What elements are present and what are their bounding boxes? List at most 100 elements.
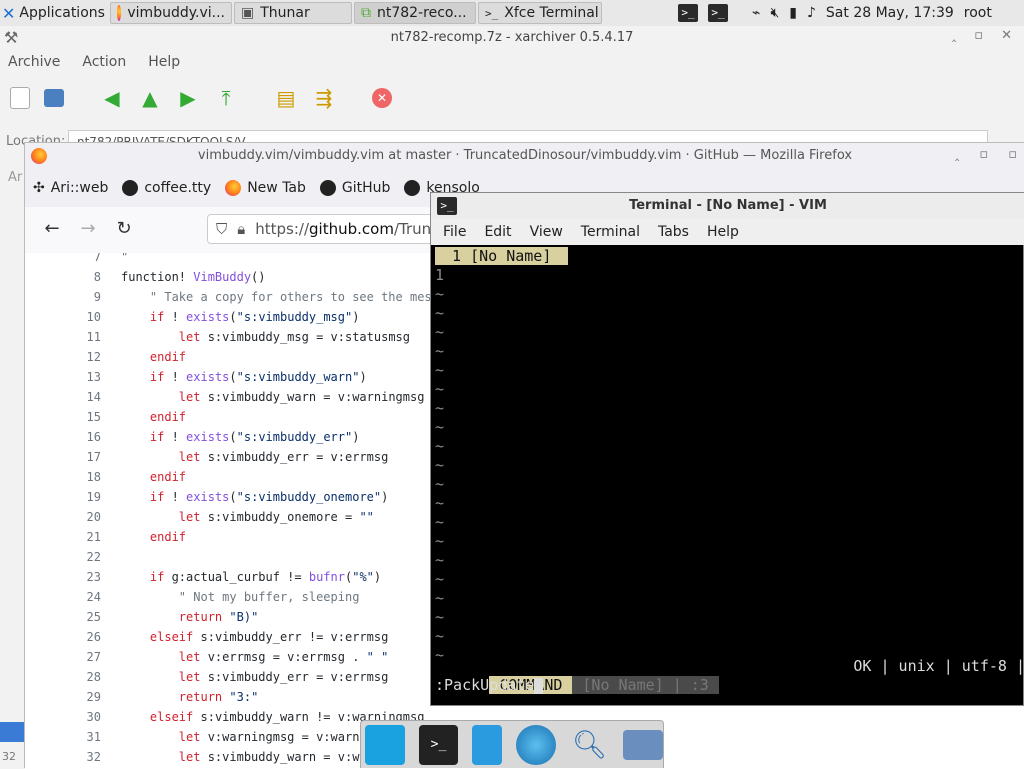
search-icon[interactable]: 🔍︎ <box>570 725 610 765</box>
up-arrow-icon[interactable]: ▲ <box>138 86 162 110</box>
close-icon[interactable]: ▫ <box>1008 147 1017 162</box>
code-text: let s:vimbuddy_err = v:errmsg <box>178 670 389 684</box>
back-arrow-icon[interactable]: ◀ <box>100 86 124 110</box>
bookmark-coffee-tty[interactable]: coffee.tty <box>122 180 211 196</box>
taskbar-item-thunar[interactable]: ▣ Thunar <box>234 2 352 24</box>
line-number[interactable]: 22 <box>61 547 101 567</box>
file-cabinet-icon[interactable] <box>472 724 503 765</box>
line-number[interactable]: 32 <box>61 747 101 767</box>
line-number[interactable]: 11 <box>61 327 101 347</box>
volume-muted-icon[interactable]: 🔇︎ <box>770 5 779 21</box>
network-icon[interactable]: ⌁ <box>752 5 760 21</box>
forward-icon[interactable]: → <box>77 218 99 240</box>
firefox-window-controls: ‸ ▫ ▫ <box>955 147 1017 162</box>
menu-help[interactable]: Help <box>707 224 739 240</box>
folder-icon[interactable] <box>623 729 664 760</box>
maximize-icon[interactable]: ▫ <box>974 28 983 43</box>
line-number[interactable]: 10 <box>61 307 101 327</box>
forward-arrow-icon[interactable]: ▶ <box>176 86 200 110</box>
vim-editor[interactable]: 1 [No Name] 1 ~ ~ ~ ~ ~ ~ ~ ~ ~ ~ ~ ~ ~ ~ ~ ~ ~ ~ ~ ~ COMMA… <box>435 247 1024 703</box>
vim-status-right: OK | unix | utf-8 | <box>853 657 1024 675</box>
line-number[interactable]: 8 <box>61 267 101 287</box>
line-number[interactable]: 31 <box>61 727 101 747</box>
reload-icon[interactable]: ↻ <box>113 218 135 240</box>
maximize-icon[interactable]: ▫ <box>979 147 988 162</box>
line-number[interactable]: 29 <box>61 687 101 707</box>
line-number[interactable]: 23 <box>61 567 101 587</box>
vim-command-line[interactable]: :PackUpdate <box>435 676 544 695</box>
extract-icon[interactable]: ▤ <box>274 86 298 110</box>
code-text: " Not my buffer, sleeping <box>121 590 360 604</box>
terminal-launcher-icon[interactable]: >_ <box>678 4 698 22</box>
github-icon <box>404 180 421 196</box>
system-tray: >_ >_ ⌁ 🔇︎ ▮ ♪ Sat 28 May, 17:39 root <box>678 2 992 24</box>
menu-edit[interactable]: Edit <box>484 224 511 240</box>
cancel-icon[interactable]: ✕ <box>372 88 392 108</box>
line-number[interactable]: 25 <box>61 607 101 627</box>
line-number[interactable]: 18 <box>61 467 101 487</box>
line-number[interactable]: 13 <box>61 367 101 387</box>
vim-tilde-line: ~ <box>435 399 445 417</box>
terminal-launcher-icon[interactable]: >_ <box>708 4 728 22</box>
line-number[interactable]: 7 <box>61 253 101 267</box>
applications-menu[interactable]: ✕ Applications <box>2 2 105 24</box>
line-number[interactable]: 14 <box>61 387 101 407</box>
line-number[interactable]: 15 <box>61 407 101 427</box>
side-pane-selection[interactable] <box>0 722 24 742</box>
line-number[interactable]: 19 <box>61 487 101 507</box>
open-archive-icon[interactable] <box>44 89 64 107</box>
menu-archive[interactable]: Archive <box>8 54 60 70</box>
line-number[interactable]: 21 <box>61 527 101 547</box>
xarchiver-window-controls: ‸ ▫ ✕ <box>952 28 1012 43</box>
notification-bell-icon[interactable]: ♪ <box>807 5 816 21</box>
code-text: endif <box>149 530 187 544</box>
close-icon[interactable]: ✕ <box>1001 28 1012 43</box>
terminal-icon[interactable]: >_ <box>418 724 459 765</box>
code-text: endif <box>149 350 187 364</box>
menu-action[interactable]: Action <box>82 54 126 70</box>
tab-label: GitHub <box>341 180 391 196</box>
bookmark-new-tab[interactable]: New Tab <box>225 180 306 196</box>
new-archive-icon[interactable] <box>10 87 30 109</box>
desktop-icon[interactable] <box>365 724 405 765</box>
taskbar-item-label: vimbuddy.vi... <box>127 5 225 21</box>
taskbar-item-firefox[interactable]: vimbuddy.vi... <box>110 2 232 24</box>
code-text: " Take a copy for others to see the mes <box>121 290 432 304</box>
line-number[interactable]: 9 <box>61 287 101 307</box>
line-number[interactable]: 28 <box>61 667 101 687</box>
line-number[interactable]: 12 <box>61 347 101 367</box>
vim-tilde-line: ~ <box>435 589 445 607</box>
panel-user[interactable]: root <box>964 5 992 21</box>
menu-file[interactable]: File <box>443 224 466 240</box>
bookmark-ari-web[interactable]: ✣ Ari::web <box>33 180 108 196</box>
menu-view[interactable]: View <box>530 224 563 240</box>
code-text: if ! exists("s:vimbuddy_err") <box>149 430 360 444</box>
line-number[interactable]: 30 <box>61 707 101 727</box>
battery-icon[interactable]: ▮ <box>789 5 797 21</box>
line-number[interactable]: 26 <box>61 627 101 647</box>
tab-github[interactable]: GitHub <box>319 180 391 196</box>
menu-tabs[interactable]: Tabs <box>658 224 689 240</box>
menu-help[interactable]: Help <box>148 54 180 70</box>
panel-clock[interactable]: Sat 28 May, 17:39 <box>826 5 954 21</box>
add-files-icon[interactable]: ⇶ <box>312 86 336 110</box>
vim-tilde-line: ~ <box>435 361 445 379</box>
taskbar-item-terminal[interactable]: >_ Xfce Terminal <box>478 2 602 24</box>
back-icon[interactable]: ← <box>41 218 63 240</box>
url-prefix: https:// <box>255 220 310 238</box>
line-number[interactable]: 16 <box>61 427 101 447</box>
menu-terminal[interactable]: Terminal <box>581 224 640 240</box>
line-number[interactable]: 20 <box>61 507 101 527</box>
home-arrow-icon[interactable]: ⤒ <box>214 86 238 110</box>
xarchiver-toolbar: ◀ ▲ ▶ ⤒ ▤ ⇶ ✕ <box>10 86 392 110</box>
web-browser-icon[interactable] <box>516 724 556 765</box>
vim-tabline[interactable]: 1 [No Name] <box>435 247 569 265</box>
minimize-icon[interactable]: ‸ <box>955 147 959 162</box>
taskbar-item-xarchiver[interactable]: ⧉ nt782-reco... <box>354 2 476 24</box>
taskbar-item-label: Xfce Terminal <box>504 5 599 21</box>
code-text: endif <box>149 470 187 484</box>
line-number[interactable]: 17 <box>61 447 101 467</box>
line-number[interactable]: 24 <box>61 587 101 607</box>
line-number[interactable]: 27 <box>61 647 101 667</box>
minimize-icon[interactable]: ‸ <box>952 28 956 43</box>
